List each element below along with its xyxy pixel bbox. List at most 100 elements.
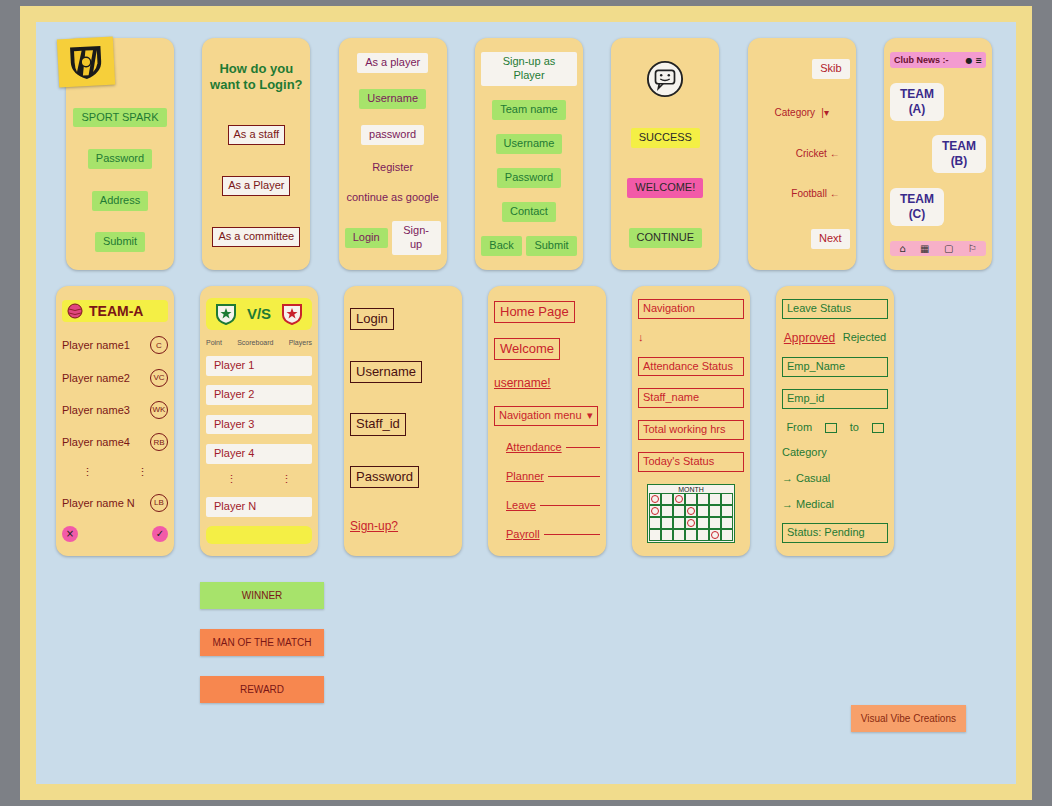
calendar-day[interactable] xyxy=(721,505,733,517)
calendar-day[interactable] xyxy=(709,517,721,529)
nav-item-icon[interactable]: ▢ xyxy=(944,243,953,254)
player-row[interactable]: Player name1C xyxy=(62,336,168,354)
calendar-day[interactable] xyxy=(649,493,661,505)
menu-item-item[interactable]: Attendance xyxy=(494,441,600,455)
calendar-day[interactable] xyxy=(709,493,721,505)
link-item[interactable]: Approved xyxy=(784,331,835,346)
chip-item[interactable]: WELCOME! xyxy=(627,178,703,198)
chip-item[interactable]: Sign-up xyxy=(392,221,441,255)
chip-item[interactable]: Player 4 xyxy=(206,444,312,464)
box-item[interactable]: As a staff xyxy=(228,125,286,145)
chip-item[interactable]: CONTINUE xyxy=(629,228,702,248)
chip-item[interactable]: Player 2 xyxy=(206,385,312,405)
option-item[interactable]: Cricket ← xyxy=(796,148,840,161)
menu-item-item[interactable]: Leave xyxy=(494,499,600,513)
tab[interactable]: Players xyxy=(289,339,312,346)
phone-screen: TEAM-APlayer name1CPlayer name2VCPlayer … xyxy=(56,286,174,556)
chip-item[interactable]: Sign-up as Player xyxy=(481,52,577,86)
box-item[interactable]: Welcome xyxy=(494,338,560,360)
team-item[interactable]: TEAM (A) xyxy=(890,83,944,121)
chip-item[interactable]: Login xyxy=(345,228,388,248)
link-item[interactable]: Sign-up? xyxy=(350,519,456,534)
box-item[interactable]: Login xyxy=(350,308,394,330)
chip-item[interactable]: Next xyxy=(811,229,850,249)
player-name: Player name4 xyxy=(62,436,130,448)
box-item[interactable]: As a committee xyxy=(212,227,300,247)
calendar-day[interactable] xyxy=(649,529,661,541)
calendar-day[interactable] xyxy=(697,505,709,517)
phone-screen: Leave StatusApprovedRejectedEmp_NameEmp_… xyxy=(776,286,894,556)
chip-item[interactable]: SUCCESS xyxy=(631,128,700,148)
team-item[interactable]: TEAM (C) xyxy=(890,188,944,226)
calendar-day[interactable] xyxy=(661,505,673,517)
chip-item[interactable]: Password xyxy=(497,168,561,188)
calendar-day[interactable] xyxy=(709,505,721,517)
chip-item[interactable]: Username xyxy=(496,134,563,154)
chip-item[interactable]: SPORT SPARK xyxy=(73,108,166,128)
calendar-day[interactable] xyxy=(673,505,685,517)
phone-screen: V/SPointScoreboardPlayersPlayer 1Player … xyxy=(200,286,318,556)
calendar-day[interactable] xyxy=(661,529,673,541)
box-item[interactable]: Staff_id xyxy=(350,413,406,435)
menu-icon[interactable]: ● ≡ xyxy=(966,56,982,65)
box-item[interactable]: Home Page xyxy=(494,301,575,323)
chip-item[interactable]: Back xyxy=(481,236,521,256)
player-row[interactable]: Player name3WK xyxy=(62,401,168,419)
action-button[interactable]: × xyxy=(62,526,78,542)
tab[interactable]: Scoreboard xyxy=(237,339,273,346)
player-row[interactable]: Player name4RB xyxy=(62,433,168,451)
chip-item[interactable]: Password xyxy=(88,149,152,169)
box-item[interactable]: Password xyxy=(350,466,419,488)
chip-item[interactable]: Player 1 xyxy=(206,356,312,376)
player-row[interactable]: Player name NLB xyxy=(62,494,168,512)
menu-item-item[interactable]: Payroll xyxy=(494,528,600,542)
calendar-day[interactable] xyxy=(661,517,673,529)
box-item[interactable]: As a Player xyxy=(222,176,290,196)
select-item[interactable]: Category|▾ xyxy=(775,107,829,120)
calendar-day[interactable] xyxy=(721,493,733,505)
nav-item-icon[interactable]: ⚐ xyxy=(968,243,977,254)
chip-item[interactable]: As a player xyxy=(357,53,428,73)
calendar-day[interactable] xyxy=(721,529,733,541)
calendar-day[interactable] xyxy=(649,505,661,517)
calendar-day[interactable] xyxy=(661,493,673,505)
chip-item[interactable]: Player 3 xyxy=(206,415,312,435)
menu-item[interactable]: Navigation menu▾ xyxy=(494,406,598,426)
chip-item[interactable]: Submit xyxy=(526,236,576,256)
calendar-day[interactable] xyxy=(697,493,709,505)
player-row[interactable]: Player name2VC xyxy=(62,369,168,387)
calendar-day[interactable] xyxy=(721,517,733,529)
calendar-day[interactable] xyxy=(697,517,709,529)
calendar-day[interactable] xyxy=(685,517,697,529)
calendar-day[interactable] xyxy=(649,517,661,529)
chip-item[interactable]: Player N xyxy=(206,497,312,517)
calendar-day[interactable] xyxy=(673,517,685,529)
calendar-day[interactable] xyxy=(685,529,697,541)
team-item[interactable]: TEAM (B) xyxy=(932,135,986,173)
chip-item[interactable]: password xyxy=(361,125,424,145)
calendar-day[interactable] xyxy=(685,505,697,517)
action-button[interactable]: ✓ xyxy=(152,526,168,542)
chip-item[interactable]: Username xyxy=(359,89,426,109)
chip-item[interactable]: Address xyxy=(92,191,148,211)
checkbox-item[interactable] xyxy=(872,423,884,433)
calendar-day[interactable] xyxy=(697,529,709,541)
calendar-day[interactable] xyxy=(673,529,685,541)
link-item[interactable]: username! xyxy=(494,376,600,391)
chip-item[interactable]: Skib xyxy=(812,59,849,79)
chip-item[interactable]: Team name xyxy=(492,100,565,120)
checkbox-item[interactable] xyxy=(825,423,837,433)
calendar-day[interactable] xyxy=(673,493,685,505)
player-name: Player name N xyxy=(62,497,135,509)
calendar-day[interactable] xyxy=(709,529,721,541)
calendar-day[interactable] xyxy=(685,493,697,505)
tab[interactable]: Point xyxy=(206,339,222,346)
chip-item[interactable]: Contact xyxy=(502,202,556,222)
menu-item-item[interactable]: Planner xyxy=(494,470,600,484)
option-item[interactable]: Football ← xyxy=(791,188,839,201)
nav-item-icon[interactable]: ▦ xyxy=(920,243,929,254)
chip-item[interactable]: Submit xyxy=(95,232,145,252)
box-item[interactable]: Username xyxy=(350,361,422,383)
nav-item-icon[interactable]: ⌂ xyxy=(899,243,905,254)
cell-item: Total working hrs xyxy=(638,420,744,440)
